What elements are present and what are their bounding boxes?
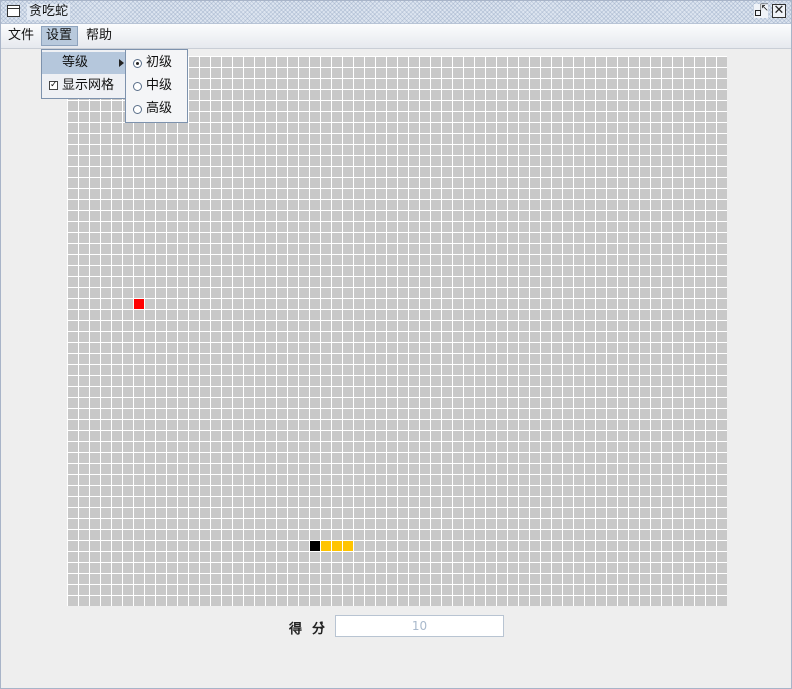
window-icon xyxy=(7,5,20,17)
window-title: 贪吃蛇 xyxy=(27,4,71,20)
score-label: 得分 xyxy=(289,622,336,637)
food-cell xyxy=(134,299,144,309)
menu-file[interactable]: 文件 xyxy=(4,26,38,46)
menu-settings[interactable]: 设置 xyxy=(41,26,78,46)
snake-head-cell xyxy=(310,541,320,551)
level-option-intermediate[interactable]: 中级 xyxy=(126,75,187,97)
game-board[interactable] xyxy=(67,56,727,606)
radio-selected-icon xyxy=(133,59,142,68)
menu-item-level[interactable]: 等级 xyxy=(42,52,126,74)
restore-button[interactable]: ⇱ xyxy=(754,3,768,18)
score-colon: : xyxy=(319,618,325,633)
level-submenu: 初级 中级 高级 xyxy=(125,49,188,123)
radio-unselected-icon xyxy=(133,82,142,91)
level-option-label: 初级 xyxy=(146,55,173,70)
app-window: 贪吃蛇 ⇱ ✕ 文件 设置 帮助 得分 : 10 等级 ✓ 显示网格 初级 中级… xyxy=(0,0,792,689)
menu-item-show-grid[interactable]: ✓ 显示网格 xyxy=(42,75,126,97)
level-option-beginner[interactable]: 初级 xyxy=(126,52,187,74)
radio-unselected-icon xyxy=(133,105,142,114)
close-button[interactable]: ✕ xyxy=(772,4,786,18)
settings-dropdown: 等级 ✓ 显示网格 xyxy=(41,49,127,99)
title-bar[interactable]: 贪吃蛇 ⇱ ✕ xyxy=(1,1,791,24)
checkbox-checked-icon: ✓ xyxy=(49,80,58,90)
snake-body-cell xyxy=(343,541,353,551)
level-option-label: 中级 xyxy=(146,78,173,93)
submenu-arrow-icon xyxy=(119,59,124,67)
close-icon: ✕ xyxy=(773,3,785,18)
menu-bar: 文件 设置 帮助 xyxy=(1,24,791,49)
snake-body-cell xyxy=(332,541,342,551)
snake-body-cell xyxy=(321,541,331,551)
menu-help[interactable]: 帮助 xyxy=(82,26,116,46)
score-field: 10 xyxy=(335,615,504,637)
level-option-label: 高级 xyxy=(146,101,173,116)
menu-item-level-label: 等级 xyxy=(62,55,89,70)
menu-item-show-grid-label: 显示网格 xyxy=(62,78,115,93)
level-option-advanced[interactable]: 高级 xyxy=(126,98,187,120)
